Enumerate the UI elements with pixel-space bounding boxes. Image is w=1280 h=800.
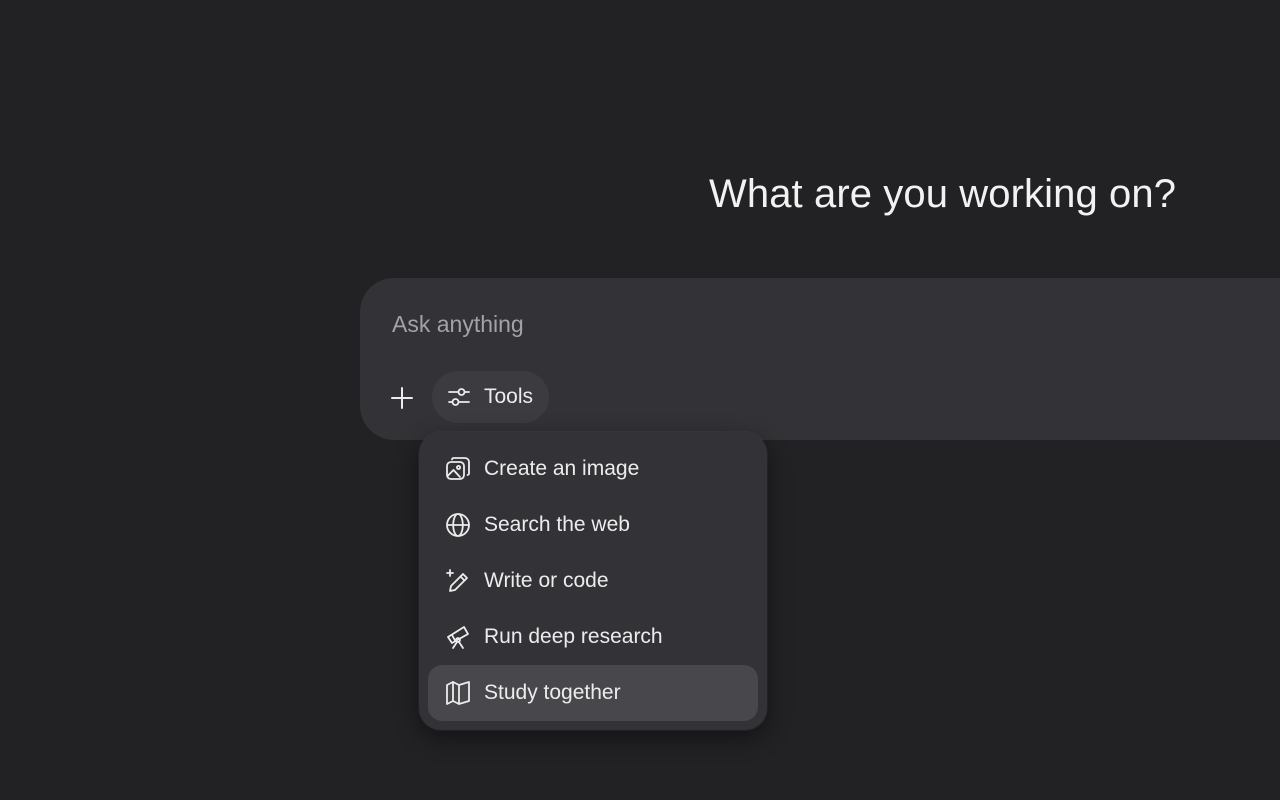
menu-item-search-web[interactable]: Search the web — [428, 497, 758, 553]
prompt-input[interactable] — [392, 306, 1212, 342]
menu-item-label: Write or code — [484, 569, 609, 592]
menu-item-label: Search the web — [484, 513, 630, 536]
book-open-icon — [444, 679, 472, 707]
telescope-icon — [444, 623, 472, 651]
tools-menu: Create an image Search the web Write or … — [419, 432, 767, 730]
pen-sparkle-icon — [444, 567, 472, 595]
menu-item-study-together[interactable]: Study together — [428, 665, 758, 721]
menu-item-write-code[interactable]: Write or code — [428, 553, 758, 609]
globe-icon — [444, 511, 472, 539]
menu-item-deep-research[interactable]: Run deep research — [428, 609, 758, 665]
image-icon — [444, 455, 472, 483]
plus-icon — [389, 385, 415, 411]
menu-item-label: Run deep research — [484, 625, 663, 648]
prompt-composer: Tools — [360, 278, 1280, 440]
sliders-icon — [446, 384, 472, 410]
add-attachment-button[interactable] — [382, 378, 422, 418]
tools-label: Tools — [484, 385, 534, 408]
menu-item-label: Study together — [484, 681, 621, 704]
page: What are you working on? Tools — [0, 0, 1280, 800]
page-heading: What are you working on? — [709, 172, 1177, 216]
menu-item-create-image[interactable]: Create an image — [428, 441, 758, 497]
menu-item-label: Create an image — [484, 457, 640, 480]
tools-button[interactable]: Tools — [432, 371, 550, 423]
